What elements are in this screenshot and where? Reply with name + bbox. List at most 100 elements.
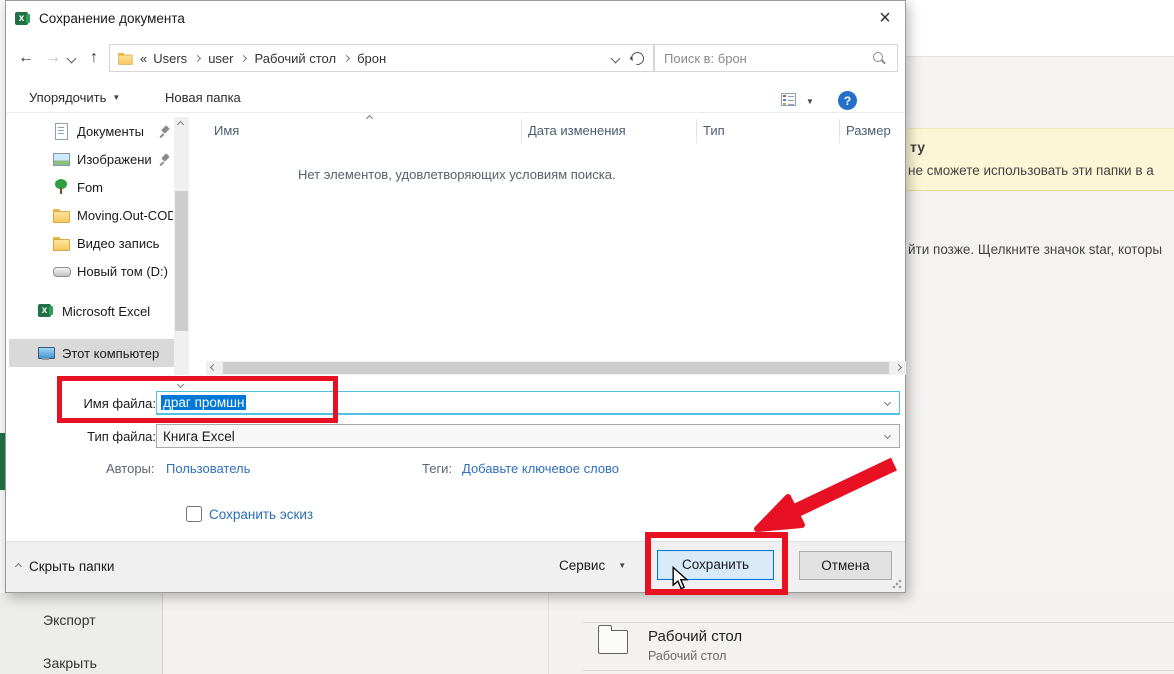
backstage-right-area: ту не сможете использовать эти папки в а…: [906, 0, 1174, 593]
change-view-icon[interactable]: [781, 93, 796, 106]
sidebar-item-label: Новый том (D:): [77, 263, 168, 279]
backstage-menu-item[interactable]: Экспорт: [43, 612, 96, 628]
scroll-up-icon[interactable]: [176, 120, 185, 129]
save-button[interactable]: Сохранить: [657, 550, 774, 580]
back-button[interactable]: ←: [18, 47, 34, 69]
column-header[interactable]: Дата изменения: [521, 119, 626, 143]
forward-button: →: [45, 49, 61, 66]
folder-tile-title[interactable]: Рабочий стол: [648, 628, 742, 645]
navigation-pane: Документы Изображени Fom Moving.Out-COD Виде…: [9, 117, 175, 367]
column-header[interactable]: Имя: [214, 123, 239, 138]
authors-value-link[interactable]: Пользователь: [166, 461, 250, 476]
recent-locations-icon[interactable]: [66, 53, 77, 64]
breadcrumb-separator-icon[interactable]: [343, 54, 351, 62]
sidebar-item-label: Fom: [77, 179, 103, 195]
address-bar[interactable]: « Users user Рабочий стол брон: [109, 44, 654, 72]
refresh-icon[interactable]: [628, 48, 647, 68]
save-thumbnail-checkbox[interactable]: [186, 506, 202, 522]
sidebar-item-label: Видео запись: [77, 235, 160, 251]
banner-title-fragment: ту: [910, 139, 925, 155]
breadcrumb-item[interactable]: брон: [357, 51, 386, 66]
caret-down-icon: ▼: [112, 93, 121, 102]
chevron-down-icon[interactable]: [883, 431, 892, 440]
dialog-titlebar: Сохранение документа ×: [6, 1, 905, 37]
scrollbar-thumb[interactable]: [175, 191, 188, 331]
horizontal-scrollbar[interactable]: [206, 361, 906, 375]
sidebar-item-label: Документы: [77, 123, 145, 139]
scroll-left-icon[interactable]: [209, 363, 218, 372]
column-header[interactable]: Размер: [839, 119, 891, 143]
navigation-row: ← → ↑ « Users user Рабочий стол брон: [6, 43, 905, 73]
filename-value-selected: драг промшн: [161, 395, 247, 410]
sidebar-item[interactable]: Видео запись: [9, 229, 175, 257]
sidebar-item[interactable]: Документы: [9, 117, 175, 145]
divider: [583, 622, 1174, 623]
up-button[interactable]: ↑: [90, 47, 98, 69]
scroll-down-icon[interactable]: [176, 380, 185, 389]
help-icon[interactable]: ?: [838, 91, 857, 110]
folder-icon: [53, 207, 70, 223]
hide-folders-label: Скрыть папки: [29, 559, 115, 574]
sort-ascending-icon: [365, 114, 374, 123]
search-input[interactable]: [664, 49, 864, 67]
sidebar-item[interactable]: Microsoft Excel: [9, 297, 175, 325]
new-folder-button[interactable]: Новая папка: [165, 90, 241, 105]
sidebar-scrollbar[interactable]: [174, 117, 189, 389]
backstage-menu-item[interactable]: Закрыть: [43, 655, 97, 671]
hide-folders-button[interactable]: Скрыть папки: [14, 559, 115, 574]
note-text-fragment: йти позже. Щелкните значок star, которы: [908, 242, 1163, 257]
organize-label: Упорядочить: [29, 90, 107, 105]
sidebar-item-label: Microsoft Excel: [62, 303, 151, 319]
scrollbar-thumb[interactable]: [223, 362, 889, 374]
filename-input[interactable]: драг промшн: [156, 391, 900, 415]
chevron-up-icon: [14, 562, 23, 571]
chevron-down-icon[interactable]: [883, 398, 892, 407]
warning-banner: ту не сможете использовать эти папки в а: [906, 128, 1174, 191]
address-dropdown-icon[interactable]: [610, 53, 621, 63]
sidebar-item[interactable]: Этот компьютер: [9, 339, 175, 367]
cancel-button[interactable]: Отмена: [799, 551, 892, 580]
breadcrumb-ellipsis[interactable]: «: [140, 51, 147, 66]
filename-label: Имя файла:: [83, 396, 156, 411]
breadcrumb-separator-icon[interactable]: [240, 54, 248, 62]
sidebar-item[interactable]: Изображени: [9, 145, 175, 173]
tags-value-link[interactable]: Добавьте ключевое слово: [462, 461, 619, 476]
caret-down-icon: ▼: [618, 561, 627, 570]
tools-label: Сервис: [559, 558, 606, 573]
column-header[interactable]: Тип: [696, 119, 725, 143]
folder-icon: [53, 235, 70, 251]
tools-dropdown[interactable]: Сервис ▼: [559, 558, 626, 573]
column-header-row: Имя Дата изменения Тип Размер: [206, 114, 896, 143]
pin-icon: [159, 125, 171, 138]
organize-button[interactable]: Упорядочить ▼: [29, 90, 120, 105]
filetype-select[interactable]: Книга Excel: [156, 424, 900, 448]
breadcrumb-item[interactable]: Users: [153, 51, 187, 66]
authors-label: Авторы:: [106, 461, 155, 476]
folder-tile-subtitle: Рабочий стол: [648, 649, 727, 663]
sidebar-item[interactable]: Fom: [9, 173, 175, 201]
close-icon[interactable]: ×: [871, 5, 899, 31]
sidebar-item-label: Изображени: [77, 151, 152, 167]
excel-icon: [38, 303, 54, 319]
dialog-toolbar: Упорядочить ▼ Новая папка ▼ ?: [6, 85, 905, 113]
folder-outline-icon: [597, 625, 628, 654]
save-thumbnail-label: Сохранить эскиз: [209, 506, 314, 522]
sidebar-item[interactable]: Moving.Out-COD: [9, 201, 175, 229]
divider: [548, 593, 549, 674]
search-icon: [873, 52, 887, 66]
filetype-value: Книга Excel: [163, 429, 235, 444]
breadcrumb-item[interactable]: Рабочий стол: [254, 51, 336, 66]
tags-label: Теги:: [422, 461, 453, 476]
breadcrumb-item[interactable]: user: [208, 51, 233, 66]
pin-icon: [159, 153, 171, 166]
divider: [583, 670, 1174, 671]
view-caret-icon[interactable]: ▼: [806, 97, 814, 106]
scroll-right-icon[interactable]: [894, 363, 903, 372]
sidebar-item[interactable]: Новый том (D:): [9, 257, 175, 285]
resize-grip[interactable]: [892, 579, 902, 589]
search-box: [654, 44, 898, 72]
filetype-label: Тип файла:: [87, 429, 156, 444]
folder-icon: [118, 51, 133, 65]
dialog-title: Сохранение документа: [39, 11, 185, 26]
breadcrumb-separator-icon[interactable]: [194, 54, 202, 62]
